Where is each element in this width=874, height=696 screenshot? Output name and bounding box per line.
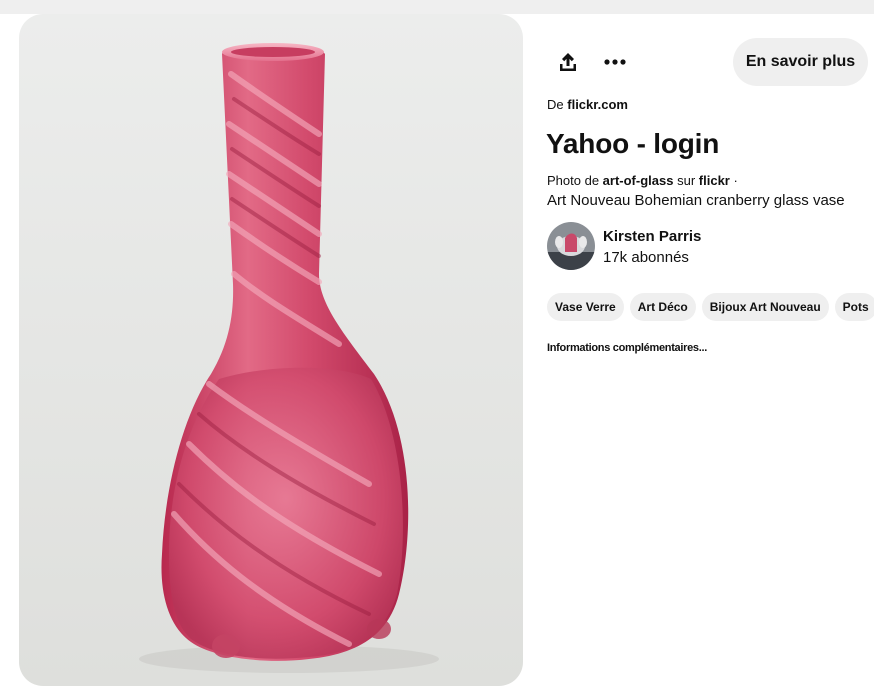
avatar[interactable] [547,222,595,270]
tag-chip[interactable]: Bijoux Art Nouveau [701,293,829,321]
share-button[interactable] [550,44,586,80]
pin-description: Art Nouveau Bohemian cranberry glass vas… [547,192,845,209]
tag-chip[interactable]: Vase Verre [547,293,624,321]
author-name[interactable]: Kirsten Parris [603,228,701,245]
learn-more-button[interactable]: En savoir plus [733,38,868,86]
more-info-link[interactable]: Informations complémentaires... [547,342,707,354]
source-line: De flickr.com [547,97,628,112]
source-prefix: De [547,97,564,112]
vase-photo [19,14,523,686]
pin-title: Yahoo - login [546,128,720,159]
photo-separator: · [733,173,738,188]
pin-image[interactable] [19,14,523,686]
source-domain-link[interactable]: flickr.com [567,97,628,112]
photo-credit: Photo de art-of-glass sur flickr · [547,173,738,188]
tag-list: Vase Verre Art Déco Bijoux Art Nouveau P… [547,293,874,321]
photo-prefix: Photo de [547,173,600,188]
photo-user-link[interactable]: art-of-glass [603,173,674,188]
more-options-button[interactable] [597,44,633,80]
photo-site-link[interactable]: flickr [699,173,730,188]
share-icon [560,53,576,71]
photo-on: sur [677,173,696,188]
top-bar [0,0,874,14]
tag-chip[interactable]: Art Déco [629,293,696,321]
follower-count: 17k abonnés [603,249,689,266]
tag-chip[interactable]: Pots [834,293,874,321]
ellipsis-icon [604,59,626,65]
avatar-image [547,222,595,270]
